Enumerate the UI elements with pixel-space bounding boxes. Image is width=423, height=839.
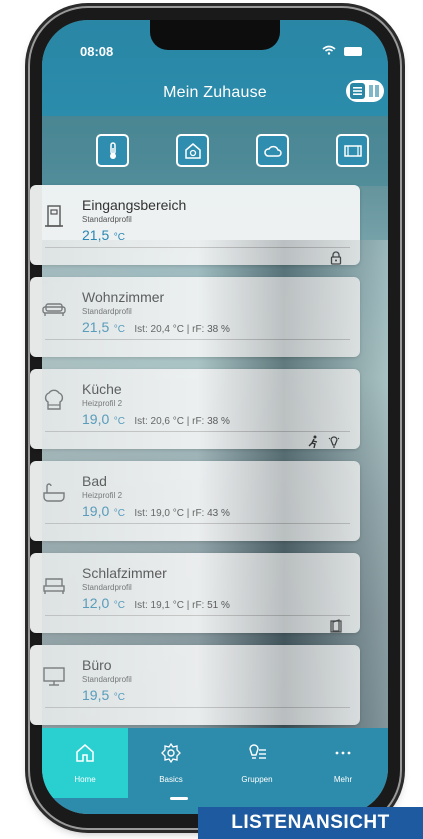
bed-icon [43, 578, 65, 594]
wifi-icon [322, 44, 340, 58]
room-name: Küche [82, 381, 122, 397]
target-temp: 19,0 [82, 411, 110, 427]
lock-icon [330, 251, 342, 265]
more-icon [335, 751, 351, 755]
room-card-kueche[interactable]: Küche Heizprofil 2 19,0 °C Ist: 20,6 °C … [30, 369, 360, 449]
room-temps: 12,0 °C Ist: 19,1 °C | rF: 51 % [82, 595, 230, 613]
camera-notch [150, 20, 280, 50]
temp-unit: °C [113, 232, 125, 243]
target-temp: 19,0 [82, 503, 110, 519]
room-temps: 21,5 °C Ist: 20,4 °C | rF: 38 % [82, 319, 230, 337]
room-card-schlafzimmer[interactable]: Schlafzimmer Standardprofil 12,0 °C Ist:… [30, 553, 360, 633]
door-icon [45, 205, 63, 227]
quick-icon-bar [42, 116, 388, 186]
status-time: 08:08 [80, 44, 114, 59]
tab-home[interactable]: Home [42, 728, 128, 798]
groups-icon [249, 744, 266, 759]
tab-label: Gruppen [241, 775, 273, 784]
room-temps: 21,5 °C [82, 227, 125, 245]
motion-icon [308, 435, 318, 449]
thermometer-icon[interactable] [96, 134, 129, 167]
tab-gruppen[interactable]: Gruppen [214, 728, 300, 798]
divider [45, 339, 350, 340]
divider [45, 615, 350, 616]
room-temps: 19,0 °C Ist: 19,0 °C | rF: 43 % [82, 503, 230, 521]
tab-label: Basics [159, 775, 183, 784]
tab-label: Mehr [333, 775, 353, 784]
room-profile: Standardprofil [82, 307, 132, 316]
temp-unit: °C [113, 692, 125, 703]
room-name: Büro [82, 657, 112, 673]
target-temp: 12,0 [82, 595, 110, 611]
caption-banner: LISTENANSICHT [198, 807, 423, 839]
tab-basics[interactable]: Basics [128, 728, 214, 798]
actual-reading: Ist: 19,0 °C | rF: 43 % [134, 508, 230, 519]
actual-reading: Ist: 19,1 °C | rF: 51 % [134, 600, 230, 611]
bathtub-icon [43, 483, 65, 502]
room-profile: Standardprofil [82, 583, 132, 592]
temp-unit: °C [113, 508, 125, 519]
house-icon[interactable] [176, 134, 209, 167]
temp-unit: °C [113, 600, 125, 611]
battery-icon [344, 47, 362, 57]
divider [45, 523, 350, 524]
gear-icon [161, 742, 181, 764]
actual-reading: Ist: 20,4 °C | rF: 38 % [134, 324, 230, 335]
tab-label: Home [74, 775, 96, 784]
divider [45, 431, 350, 432]
list-view-icon[interactable] [350, 83, 365, 99]
room-card-eingangsbereich[interactable]: Eingangsbereich Standardprofil 21,5 °C [30, 185, 360, 265]
home-icon [76, 744, 94, 762]
room-profile: Heizprofil 2 [82, 491, 123, 500]
room-profile: Standardprofil [82, 215, 132, 224]
target-temp: 21,5 [82, 319, 110, 335]
window-icon[interactable] [336, 134, 369, 167]
target-temp: 19,5 [82, 687, 110, 703]
room-name: Bad [82, 473, 107, 489]
tab-bar: Home Basics Gruppen Mehr [42, 728, 388, 814]
temp-unit: °C [113, 416, 125, 427]
target-temp: 21,5 [82, 227, 110, 243]
page-title: Mein Zuhause [163, 84, 267, 101]
room-card-wohnzimmer[interactable]: Wohnzimmer Standardprofil 21,5 °C Ist: 2… [30, 277, 360, 357]
temp-unit: °C [113, 324, 125, 335]
cloud-icon[interactable] [256, 134, 289, 167]
window-open-icon [330, 619, 342, 633]
room-profile: Heizprofil 2 [82, 399, 123, 408]
sofa-icon [42, 303, 66, 316]
actual-reading: Ist: 20,6 °C | rF: 38 % [134, 416, 230, 427]
tab-mehr[interactable]: Mehr [300, 728, 386, 798]
room-temps: 19,0 °C Ist: 20,6 °C | rF: 38 % [82, 411, 230, 429]
status-indicators [322, 44, 362, 58]
room-card-buero[interactable]: Büro Standardprofil 19,5 °C [30, 645, 360, 725]
divider [45, 247, 350, 248]
room-card-bad[interactable]: Bad Heizprofil 2 19,0 °C Ist: 19,0 °C | … [30, 461, 360, 541]
chef-hat-icon [44, 389, 64, 410]
divider [45, 707, 350, 708]
monitor-icon [43, 667, 65, 686]
room-name: Wohnzimmer [82, 289, 165, 305]
room-name: Eingangsbereich [82, 197, 187, 213]
room-name: Schlafzimmer [82, 565, 167, 581]
tile-view-icon[interactable] [367, 83, 382, 99]
room-profile: Standardprofil [82, 675, 132, 684]
room-temps: 19,5 °C [82, 687, 125, 705]
light-icon [328, 436, 340, 448]
view-toggle[interactable] [346, 80, 384, 102]
